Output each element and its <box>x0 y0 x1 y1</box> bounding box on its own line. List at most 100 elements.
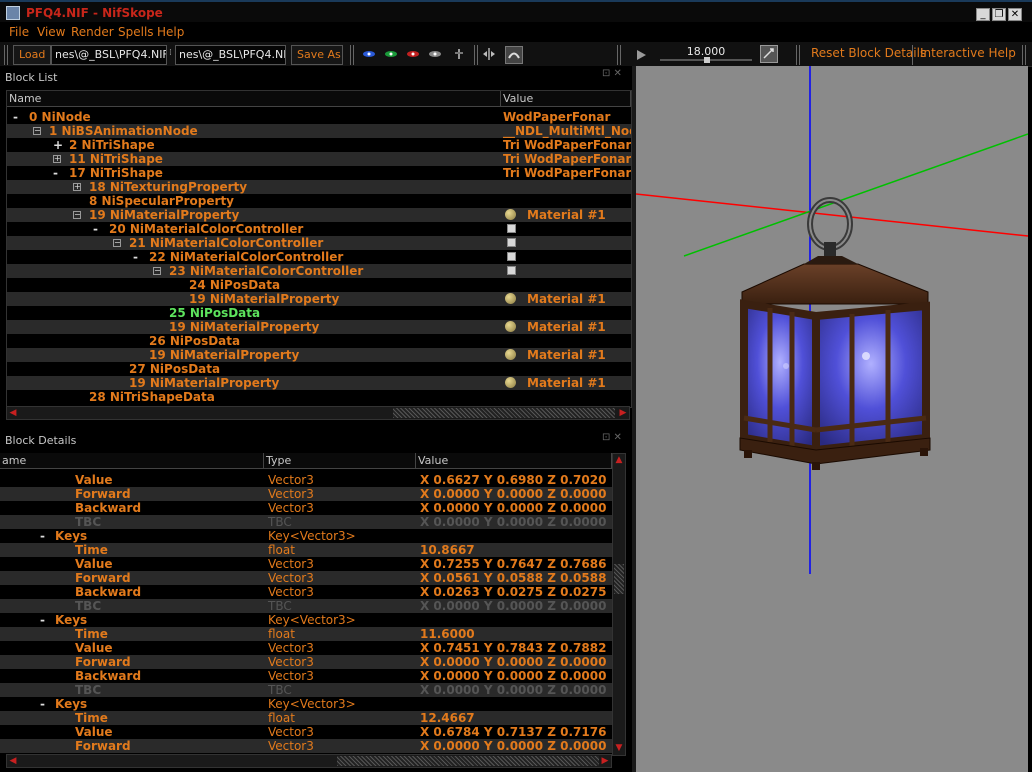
collapse-icon[interactable]: - <box>93 222 98 236</box>
view-user-icon[interactable] <box>428 48 442 60</box>
hscroll-thumb[interactable] <box>393 408 615 418</box>
detail-value[interactable]: X 0.0000 Y 0.0000 Z 0.0000 <box>420 501 606 515</box>
tree-row[interactable]: -0 NiNode WodPaperFonar <box>7 110 631 124</box>
tree-row[interactable]: −1 NiBSAnimationNode __NDL_MultiMtl_Node <box>7 124 631 138</box>
scroll-up-icon[interactable]: ▲ <box>613 454 625 466</box>
tree-row[interactable]: 27 NiPosData <box>7 362 631 376</box>
slider-handle[interactable] <box>704 57 710 63</box>
time-slider[interactable]: 18.000 <box>660 45 752 65</box>
tree-row[interactable]: +18 NiTexturingProperty <box>7 180 631 194</box>
detail-row[interactable]: Value Vector3 X 0.7451 Y 0.7843 Z 0.7882 <box>0 641 612 655</box>
minimize-icon[interactable]: _ <box>976 8 990 21</box>
scroll-left-icon[interactable]: ◀ <box>7 755 19 767</box>
detail-value[interactable]: X 0.0000 Y 0.0000 Z 0.0000 <box>420 487 606 501</box>
walk-icon[interactable] <box>452 48 466 60</box>
detail-row[interactable]: Forward Vector3 X 0.0000 Y 0.0000 Z 0.0000 <box>0 487 612 501</box>
detail-row[interactable]: Backward Vector3 X 0.0000 Y 0.0000 Z 0.000… <box>0 501 612 515</box>
block-list-hscrollbar[interactable]: ◀ ▶ <box>6 406 630 420</box>
block-details-vscrollbar[interactable]: ▲ ▼ <box>612 453 626 756</box>
tree-row[interactable]: −19 NiMaterialProperty Material #1 <box>7 208 631 222</box>
detail-value[interactable]: 11.6000 <box>420 627 475 641</box>
collapse-icon[interactable]: - <box>40 697 45 711</box>
expand-icon[interactable]: + <box>53 155 61 163</box>
detail-row[interactable]: TBC TBC X 0.0000 Y 0.0000 Z 0.0000 <box>0 683 612 697</box>
panel-float-icon[interactable]: ⊡ ✕ <box>602 68 622 79</box>
perspective-toggle-icon[interactable] <box>505 46 523 64</box>
tree-row[interactable]: 8 NiSpecularProperty <box>7 194 631 208</box>
block-details-hscrollbar[interactable]: ◀ ▶ <box>6 754 612 768</box>
tree-row[interactable]: 28 NiTriShapeData <box>7 390 631 404</box>
detail-value[interactable]: 10.8667 <box>420 543 475 557</box>
expand-icon[interactable]: + <box>53 138 63 152</box>
tree-row[interactable]: -17 NiTriShape Tri WodPaperFonar 2 <box>7 166 631 180</box>
tree-row[interactable]: −21 NiMaterialColorController <box>7 236 631 250</box>
view-top-icon[interactable] <box>362 48 376 60</box>
detail-value[interactable]: X 0.0000 Y 0.0000 Z 0.0000 <box>420 515 606 529</box>
collapse-icon[interactable]: - <box>40 613 45 627</box>
detail-value[interactable]: X 0.0263 Y 0.0275 Z 0.0275 <box>420 585 606 599</box>
detail-value[interactable]: X 0.0561 Y 0.0588 Z 0.0588 <box>420 571 606 585</box>
scroll-right-icon[interactable]: ▶ <box>617 407 629 419</box>
detail-value[interactable]: 12.4667 <box>420 711 475 725</box>
loop-icon[interactable] <box>760 45 778 63</box>
detail-row[interactable]: Forward Vector3 X 0.0000 Y 0.0000 Z 0.0000 <box>0 739 612 753</box>
detail-value[interactable]: X 0.0000 Y 0.0000 Z 0.0000 <box>420 683 606 697</box>
detail-row[interactable]: Time float 10.8667 <box>0 543 612 557</box>
scroll-down-icon[interactable]: ▼ <box>613 742 625 754</box>
collapse-icon[interactable]: - <box>13 110 18 124</box>
column-header-value[interactable]: Value <box>501 91 631 107</box>
tree-row[interactable]: 19 NiMaterialProperty Material #1 <box>7 376 631 390</box>
detail-row[interactable]: - Keys Key<Vector3> <box>0 697 612 711</box>
menu-help[interactable]: Help <box>157 25 184 39</box>
detail-value[interactable]: X 0.6784 Y 0.7137 Z 0.7176 <box>420 725 606 739</box>
interactive-help-button[interactable]: Interactive Help <box>920 46 1016 60</box>
detail-row[interactable]: Value Vector3 X 0.6627 Y 0.6980 Z 0.7020 <box>0 473 612 487</box>
detail-value[interactable]: X 0.0000 Y 0.0000 Z 0.0000 <box>420 739 606 753</box>
panel-float-icon-2[interactable]: ⊡ ✕ <box>602 432 622 443</box>
collapse-icon[interactable]: − <box>73 211 81 219</box>
detail-row[interactable]: - Keys Key<Vector3> <box>0 529 612 543</box>
collapse-icon[interactable]: − <box>153 267 161 275</box>
flip-view-icon[interactable] <box>482 48 496 60</box>
vscroll-thumb[interactable] <box>614 564 624 594</box>
tree-row[interactable]: +11 NiTriShape Tri WodPaperFonar 1 <box>7 152 631 166</box>
collapse-icon[interactable]: - <box>53 166 58 180</box>
detail-row[interactable]: - Keys Key<Vector3> <box>0 613 612 627</box>
menu-file[interactable]: File <box>9 25 29 39</box>
collapse-icon[interactable]: − <box>113 239 121 247</box>
detail-row[interactable]: Backward Vector3 X 0.0000 Y 0.0000 Z 0.000… <box>0 669 612 683</box>
column-header-name[interactable]: ame <box>0 453 264 469</box>
tree-row[interactable]: -22 NiMaterialColorController <box>7 250 631 264</box>
column-header-type[interactable]: Type <box>264 453 416 469</box>
detail-value[interactable]: X 0.7451 Y 0.7843 Z 0.7882 <box>420 641 606 655</box>
detail-row[interactable]: TBC TBC X 0.0000 Y 0.0000 Z 0.0000 <box>0 599 612 613</box>
tree-row[interactable]: 25 NiPosData <box>7 306 631 320</box>
column-header-value[interactable]: Value <box>416 453 612 469</box>
detail-row[interactable]: TBC TBC X 0.0000 Y 0.0000 Z 0.0000 <box>0 515 612 529</box>
hscroll-thumb[interactable] <box>337 756 599 766</box>
scroll-right-icon[interactable]: ▶ <box>599 755 611 767</box>
save-path-field[interactable]: nes\@_BSL\PFQ4.NIF <box>175 45 286 65</box>
detail-row[interactable]: Forward Vector3 X 0.0561 Y 0.0588 Z 0.0588 <box>0 571 612 585</box>
tree-row[interactable]: 19 NiMaterialProperty Material #1 <box>7 292 631 306</box>
view-front-icon[interactable] <box>384 48 398 60</box>
tree-row[interactable]: 24 NiPosData <box>7 278 631 292</box>
detail-row[interactable]: Time float 11.6000 <box>0 627 612 641</box>
detail-value[interactable]: X 0.0000 Y 0.0000 Z 0.0000 <box>420 655 606 669</box>
detail-row[interactable]: Time float 12.4667 <box>0 711 612 725</box>
menu-spells[interactable]: Spells <box>118 25 154 39</box>
column-header-name[interactable]: Name <box>7 91 501 107</box>
load-button[interactable]: Load <box>13 45 51 65</box>
play-icon[interactable] <box>632 47 650 63</box>
scroll-left-icon[interactable]: ◀ <box>7 407 19 419</box>
collapse-icon[interactable]: - <box>133 250 138 264</box>
detail-value[interactable]: X 0.0000 Y 0.0000 Z 0.0000 <box>420 599 606 613</box>
detail-row[interactable]: Value Vector3 X 0.7255 Y 0.7647 Z 0.7686 <box>0 557 612 571</box>
collapse-icon[interactable]: − <box>33 127 41 135</box>
tree-row[interactable]: +2 NiTriShape Tri WodPaperFonar 0 <box>7 138 631 152</box>
tree-row[interactable]: 26 NiPosData <box>7 334 631 348</box>
tree-row[interactable]: -20 NiMaterialColorController <box>7 222 631 236</box>
view-side-icon[interactable] <box>406 48 420 60</box>
tree-row[interactable]: 19 NiMaterialProperty Material #1 <box>7 348 631 362</box>
tree-row[interactable]: −23 NiMaterialColorController <box>7 264 631 278</box>
